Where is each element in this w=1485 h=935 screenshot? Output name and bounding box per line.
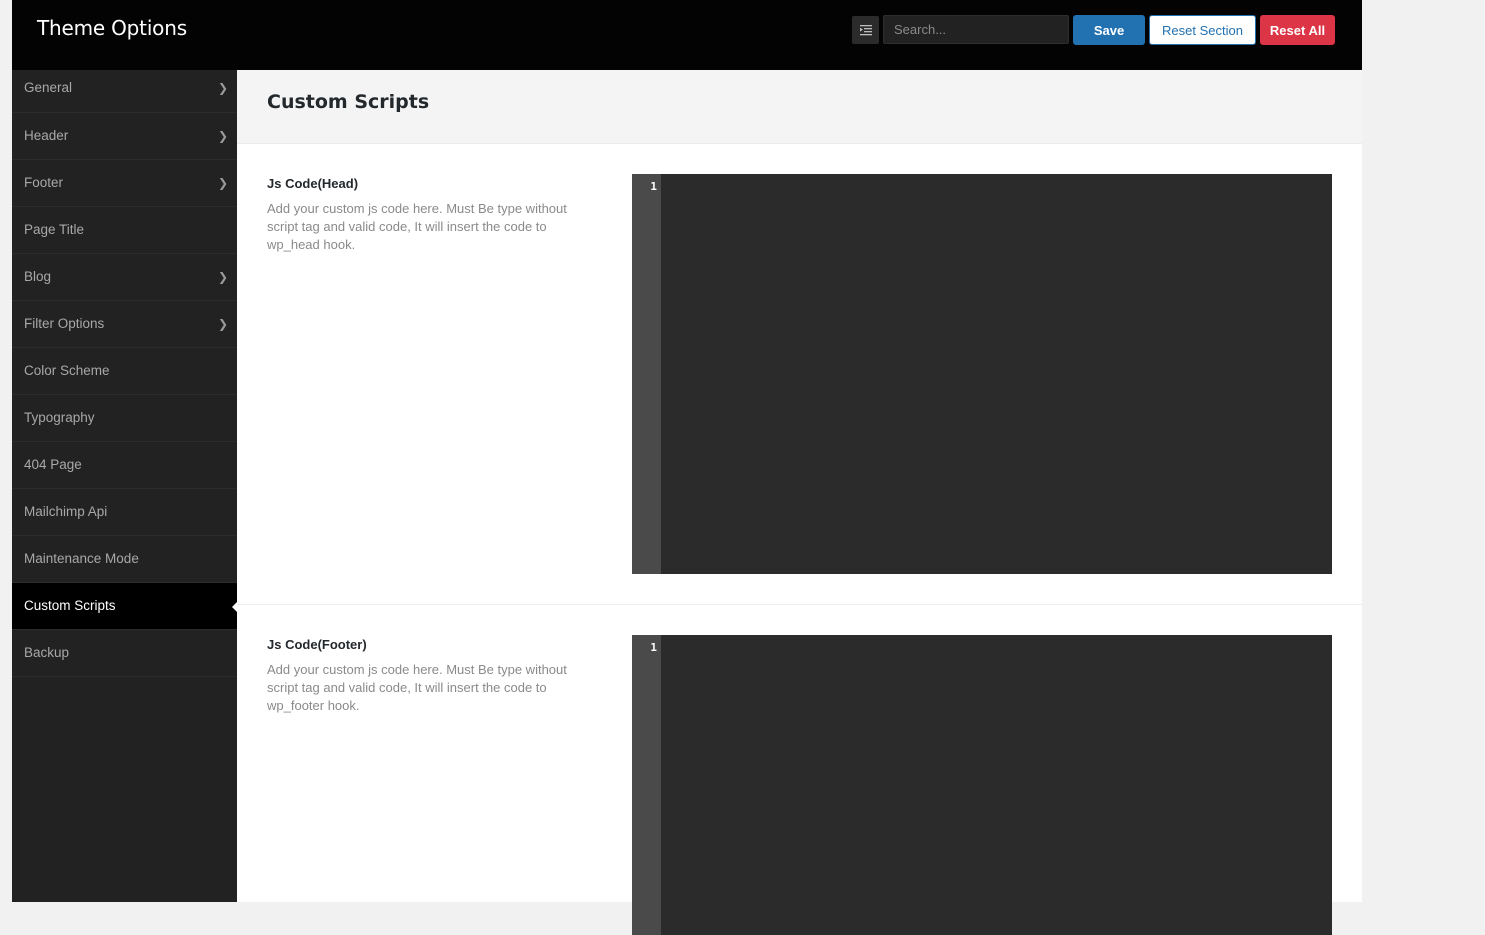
sidebar-item-general[interactable]: General ❯ — [12, 70, 237, 113]
field-label: Js Code(Footer) — [267, 637, 367, 652]
code-editor-footer[interactable]: 1 — [632, 635, 1332, 935]
chevron-right-icon: ❯ — [217, 317, 228, 331]
sidebar-item-maintenance-mode[interactable]: Maintenance Mode — [12, 536, 237, 583]
field-description: Add your custom js code here. Must Be ty… — [267, 201, 567, 252]
sidebar-item-label: Page Title — [24, 222, 85, 237]
sidebar-item-label: Header — [24, 128, 69, 143]
sidebar-item-footer[interactable]: Footer ❯ — [12, 160, 237, 207]
sidebar-item-header[interactable]: Header ❯ — [12, 113, 237, 160]
chevron-right-icon: ❯ — [217, 129, 228, 143]
save-button[interactable]: Save — [1073, 15, 1145, 45]
expand-collapse-icon — [860, 25, 872, 36]
code-editor-head[interactable]: 1 — [632, 174, 1332, 574]
section-header: Custom Scripts — [237, 70, 1362, 144]
sidebar-item-404-page[interactable]: 404 Page — [12, 442, 237, 489]
reset-section-button[interactable]: Reset Section — [1149, 15, 1256, 45]
sidebar-item-blog[interactable]: Blog ❯ — [12, 254, 237, 301]
sidebar-item-backup[interactable]: Backup — [12, 630, 237, 677]
sidebar-item-label: Maintenance Mode — [24, 551, 139, 566]
search-input[interactable] — [883, 15, 1069, 44]
top-bar: Theme Options Save Reset Section Reset A… — [12, 0, 1362, 70]
sidebar-item-label: Backup — [24, 645, 70, 660]
sidebar-item-label: Filter Options — [24, 316, 105, 331]
sidebar-item-label: Custom Scripts — [24, 598, 116, 613]
sidebar-item-label: Blog — [24, 269, 52, 284]
sidebar-item-mailchimp-api[interactable]: Mailchimp Api — [12, 489, 237, 536]
line-number-gutter: 1 — [632, 635, 661, 935]
chevron-right-icon: ❯ — [217, 81, 228, 95]
reset-all-button[interactable]: Reset All — [1260, 15, 1335, 45]
line-number: 1 — [650, 641, 657, 654]
main-content: Custom Scripts Js Code(Head) Add your cu… — [237, 70, 1362, 935]
page-title: Custom Scripts — [267, 91, 430, 113]
field-description: Add your custom js code here. Must Be ty… — [267, 662, 567, 713]
line-number-gutter: 1 — [632, 174, 661, 574]
sidebar-item-typography[interactable]: Typography — [12, 395, 237, 442]
expand-options-button[interactable] — [852, 16, 879, 44]
app-title: Theme Options — [37, 16, 187, 40]
sidebar-item-custom-scripts[interactable]: Custom Scripts — [12, 583, 237, 630]
sidebar-item-label: 404 Page — [24, 457, 82, 472]
line-number: 1 — [650, 180, 657, 193]
sidebar-item-label: Typography — [24, 410, 95, 425]
sidebar-item-label: Color Scheme — [24, 363, 110, 378]
chevron-right-icon: ❯ — [217, 270, 228, 284]
chevron-right-icon: ❯ — [217, 176, 228, 190]
sidebar-item-label: General — [24, 80, 73, 95]
field-js-code-head: Js Code(Head) Add your custom js code he… — [237, 144, 1362, 605]
sidebar-nav: General ❯ Header ❯ Footer ❯ Page Title B… — [12, 70, 237, 902]
field-label: Js Code(Head) — [267, 176, 359, 191]
sidebar-item-page-title[interactable]: Page Title — [12, 207, 237, 254]
sidebar-item-label: Mailchimp Api — [24, 504, 108, 519]
field-js-code-footer: Js Code(Footer) Add your custom js code … — [237, 605, 1362, 935]
sidebar-item-label: Footer — [24, 175, 64, 190]
sidebar-item-color-scheme[interactable]: Color Scheme — [12, 348, 237, 395]
sidebar-item-filter-options[interactable]: Filter Options ❯ — [12, 301, 237, 348]
theme-options-panel: Theme Options Save Reset Section Reset A… — [12, 0, 1362, 935]
